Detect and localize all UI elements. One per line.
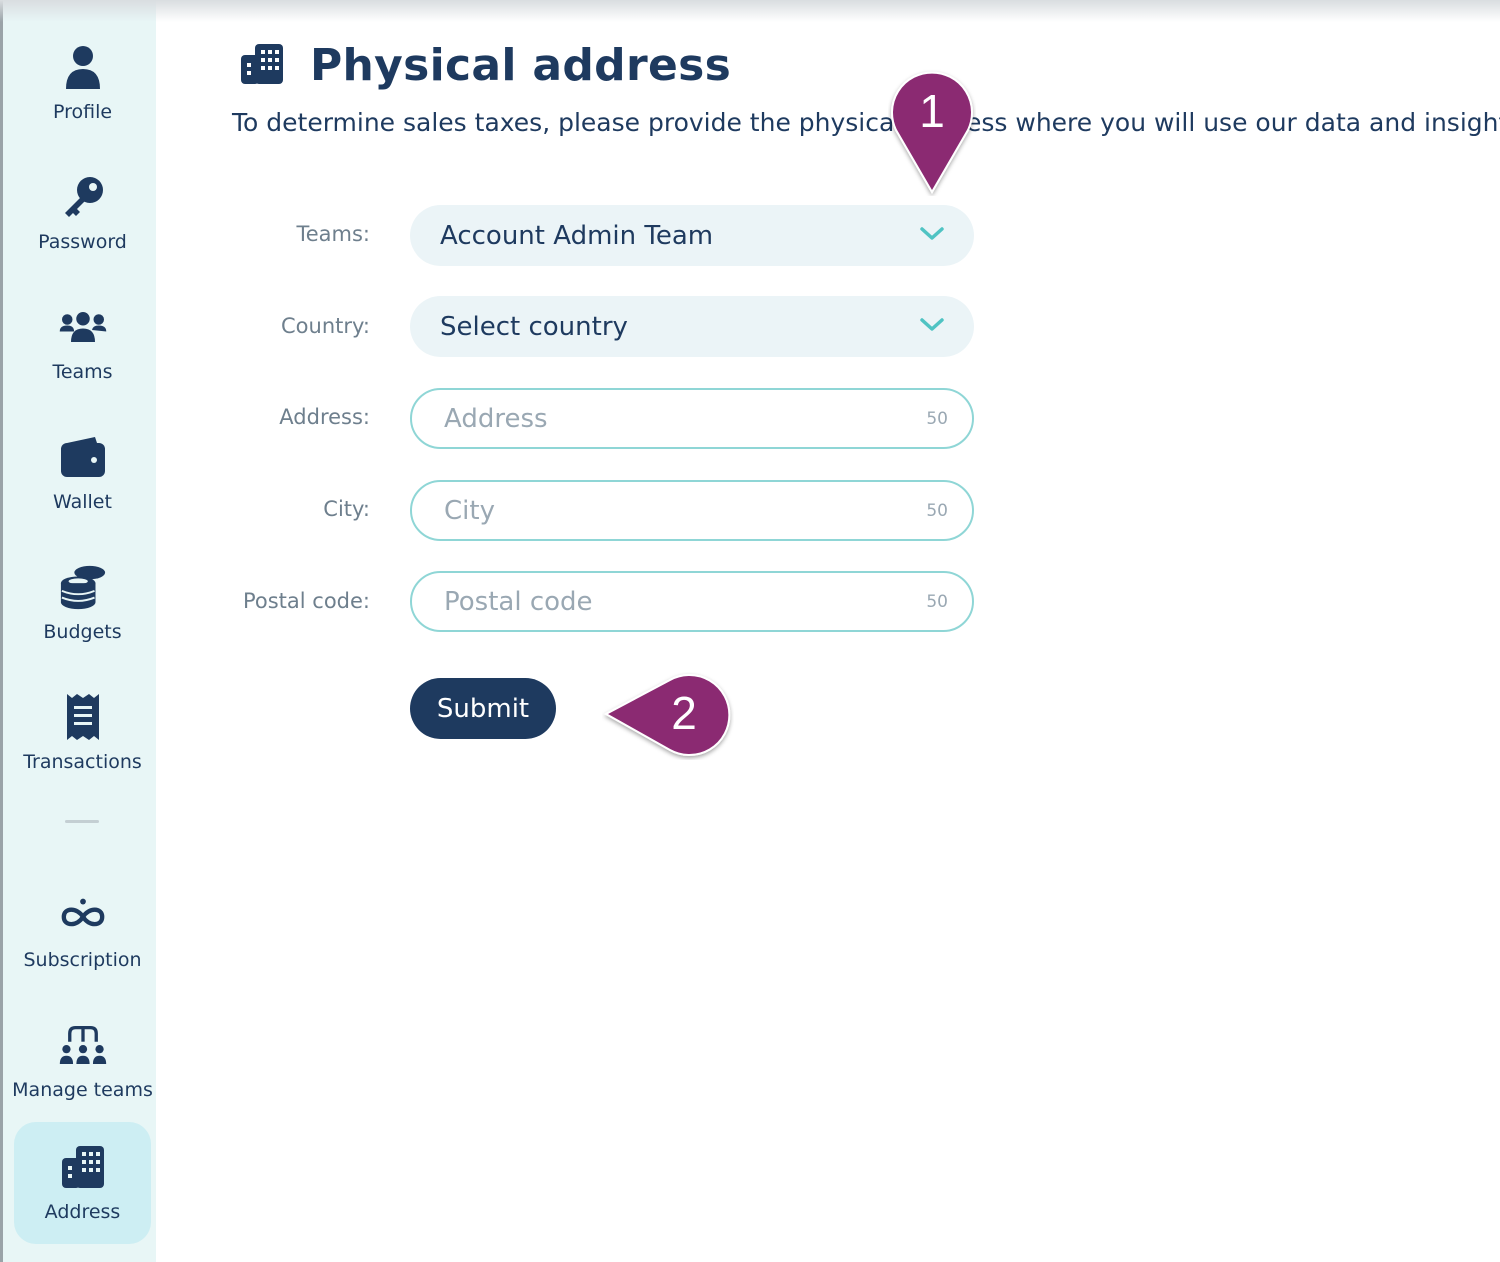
key-icon <box>59 173 107 221</box>
building-icon <box>240 43 284 88</box>
teams-select[interactable]: Account Admin Team <box>410 205 974 266</box>
country-label: Country: <box>281 314 370 338</box>
page-subtitle: To determine sales taxes, please provide… <box>232 108 1500 137</box>
country-select-value: Select country <box>440 311 628 342</box>
sidebar-item-label: Transactions <box>23 751 142 773</box>
coins-icon <box>59 563 107 611</box>
address-char-counter: 50 <box>926 408 948 429</box>
sidebar-item-password[interactable]: Password <box>14 152 151 274</box>
sidebar-item-address[interactable]: Address <box>14 1122 151 1244</box>
chevron-down-icon <box>920 317 944 336</box>
page-title: Physical address <box>310 40 732 91</box>
callout-number: 2 <box>671 687 697 739</box>
submit-button[interactable]: Submit <box>410 678 556 739</box>
postal-code-label: Postal code: <box>242 589 370 613</box>
callout-number: 1 <box>919 85 945 137</box>
org-chart-icon <box>59 1021 107 1069</box>
sidebar: Profile Password Teams Wallet Budgets Tr… <box>0 0 156 1262</box>
sidebar-item-transactions[interactable]: Transactions <box>14 672 151 794</box>
infinity-icon <box>59 891 107 939</box>
postal-code-char-counter: 50 <box>926 591 948 612</box>
sidebar-divider <box>65 820 99 823</box>
postal-code-field-wrapper: 50 <box>410 571 974 632</box>
chevron-down-icon <box>920 226 944 245</box>
users-icon <box>59 303 107 351</box>
callout-marker-1: 1 <box>888 66 976 196</box>
sidebar-item-label: Budgets <box>43 621 122 643</box>
building-icon <box>59 1143 107 1191</box>
address-label: Address: <box>279 405 370 429</box>
sidebar-item-wallet[interactable]: Wallet <box>14 412 151 534</box>
sidebar-item-label: Manage teams <box>12 1079 153 1101</box>
city-input[interactable] <box>442 494 927 527</box>
page-header: Physical address <box>240 40 731 91</box>
sidebar-item-label: Wallet <box>53 491 112 513</box>
address-field-wrapper: 50 <box>410 388 974 449</box>
sidebar-item-manage-teams[interactable]: Manage teams <box>12 1000 153 1122</box>
top-shade <box>0 0 1500 22</box>
sidebar-item-label: Profile <box>52 101 113 123</box>
city-field-wrapper: 50 <box>410 480 974 541</box>
sidebar-item-teams[interactable]: Teams <box>14 282 151 404</box>
address-input[interactable] <box>442 402 927 435</box>
sidebar-item-label: Teams <box>52 361 113 383</box>
postal-code-input[interactable] <box>442 585 927 618</box>
country-select[interactable]: Select country <box>410 296 974 357</box>
receipt-icon <box>59 693 107 741</box>
sidebar-item-label: Address <box>44 1201 121 1223</box>
teams-label: Teams: <box>296 222 370 246</box>
sidebar-item-label: Password <box>38 231 127 253</box>
city-label: City: <box>323 497 370 521</box>
sidebar-item-profile[interactable]: Profile <box>14 22 151 144</box>
city-char-counter: 50 <box>926 500 948 521</box>
sidebar-item-subscription[interactable]: Subscription <box>14 870 151 992</box>
sidebar-item-budgets[interactable]: Budgets <box>14 542 151 664</box>
user-icon <box>59 43 107 91</box>
sidebar-item-label: Subscription <box>23 949 142 971</box>
teams-select-value: Account Admin Team <box>440 220 714 251</box>
callout-marker-2: 2 <box>602 672 734 760</box>
wallet-icon <box>59 433 107 481</box>
